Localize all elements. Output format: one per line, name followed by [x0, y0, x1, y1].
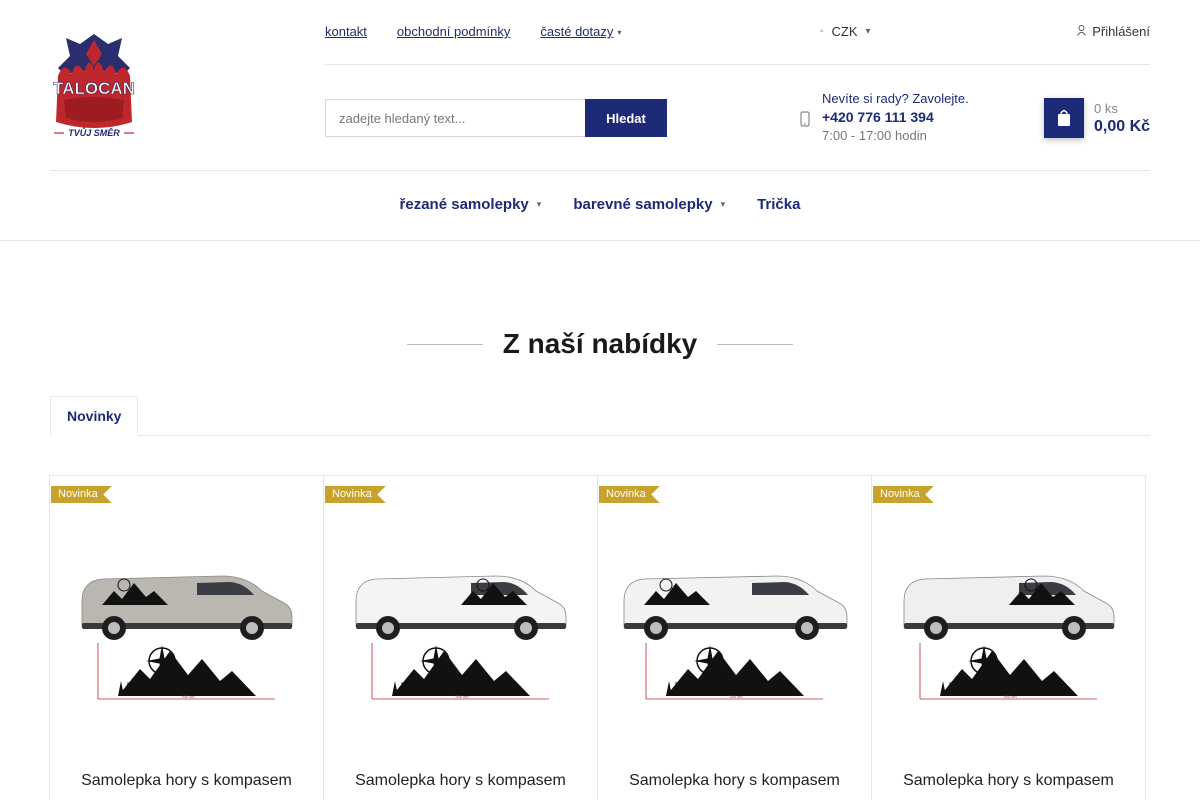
- search-input[interactable]: [325, 99, 585, 137]
- van-hubcap: [1068, 622, 1080, 634]
- site-logo[interactable]: TALOCAN TVŮJ SMĚR: [50, 30, 138, 140]
- tree-decal: [392, 681, 398, 696]
- dimension-label: 200 cm: [181, 694, 195, 699]
- tree-decal: [940, 681, 946, 696]
- user-icon: [1077, 24, 1087, 39]
- cart-total: 0,00 Kč: [1094, 117, 1151, 135]
- link-contact[interactable]: kontakt: [325, 24, 367, 39]
- nav-bottom-divider: [0, 240, 1200, 241]
- new-badge: Novinka: [51, 486, 112, 503]
- product-image[interactable]: 200 cm: [70, 531, 305, 711]
- top-links: kontakt obchodní podmínky časté dotazy ▾: [325, 24, 621, 39]
- contact-hours: 7:00 - 17:00 hodin: [822, 128, 927, 143]
- mountain-decal: [940, 651, 1078, 696]
- heading-rule: [406, 343, 483, 345]
- mountain-decal: [118, 651, 256, 696]
- product-image[interactable]: 200 cm: [618, 531, 853, 711]
- contact-block: Nevíte si rady? Zavolejte. +420 776 111 …: [800, 91, 969, 143]
- van-hubcap: [108, 622, 120, 634]
- cart-button[interactable]: [1044, 98, 1084, 138]
- logo-wordmark: TALOCAN: [53, 79, 135, 98]
- search-button[interactable]: Hledat: [585, 99, 667, 137]
- heading-rule: [717, 343, 794, 345]
- tab-new-products[interactable]: Novinky: [50, 396, 139, 436]
- currency-label: CZK: [831, 24, 858, 39]
- main-navigation: řezané samolepky ▾ barevné samolepky ▾ T…: [0, 196, 1200, 213]
- logo-emblem: TALOCAN TVŮJ SMĚR: [53, 34, 135, 138]
- login-link[interactable]: Přihlášení: [1077, 24, 1150, 39]
- nav-top-divider: [50, 170, 1150, 171]
- nav-item-cut-stickers[interactable]: řezané samolepky ▾: [400, 196, 542, 213]
- dimension-label: 200 cm: [455, 694, 469, 699]
- dimension-label: 200 cm: [1003, 694, 1017, 699]
- van-hubcap: [382, 622, 394, 634]
- product-name[interactable]: Samolepka hory s kompasem: [324, 772, 597, 790]
- section-heading: Z naší nabídky: [0, 328, 1200, 360]
- cart-widget[interactable]: 0 ks 0,00 Kč: [1044, 98, 1150, 138]
- product-image[interactable]: 200 cm: [892, 531, 1127, 711]
- tree-decal: [666, 681, 672, 696]
- product-name[interactable]: Samolepka hory s kompasem: [872, 772, 1145, 790]
- link-faq[interactable]: časté dotazy: [540, 24, 613, 39]
- product-card[interactable]: Novinka 200 cm Samolepka hory s kompasem: [597, 475, 872, 800]
- nav-item-label: Trička: [757, 196, 801, 213]
- logo-tagline: TVŮJ SMĚR: [68, 127, 120, 138]
- contact-phone[interactable]: +420 776 111 394: [822, 109, 969, 125]
- new-badge: Novinka: [325, 486, 386, 503]
- product-card[interactable]: Novinka 200 cm Samolepka hory s kompasem: [49, 475, 324, 800]
- van-hubcap: [650, 622, 662, 634]
- contact-question: Nevíte si rady? Zavolejte.: [822, 91, 969, 106]
- chevron-down-icon: ▾: [536, 199, 542, 209]
- nav-item-label: barevné samolepky: [573, 196, 713, 213]
- nav-item-color-stickers[interactable]: barevné samolepky ▾: [573, 196, 725, 213]
- cart-quantity: 0 ks: [1094, 100, 1118, 116]
- product-grid: Novinka 200 cm Samolepka hory s kompasem…: [49, 475, 1151, 800]
- product-card[interactable]: Novinka 200 cm Samolepka hory s kompasem: [323, 475, 598, 800]
- search-form: Hledat: [325, 99, 667, 137]
- login-label: Přihlášení: [1092, 24, 1150, 39]
- product-card[interactable]: Novinka 200 cm Samolepka hory s kompasem: [871, 475, 1146, 800]
- mountain-decal: [392, 651, 530, 696]
- section-title: Z naší nabídky: [502, 328, 698, 359]
- shopping-bag-icon: [1058, 110, 1070, 126]
- product-tabs: Novinky: [50, 396, 1150, 436]
- van-hubcap: [801, 622, 813, 634]
- link-terms[interactable]: obchodní podmínky: [397, 24, 510, 39]
- nav-item-label: řezané samolepky: [399, 196, 529, 213]
- mountain-decal: [666, 651, 804, 696]
- phone-icon: [800, 111, 812, 143]
- currency-icon: ◦: [820, 26, 824, 37]
- van-hubcap: [930, 622, 942, 634]
- link-faq-wrapper[interactable]: časté dotazy ▾: [540, 24, 621, 39]
- new-badge: Novinka: [873, 486, 934, 503]
- van-hubcap: [246, 622, 258, 634]
- chevron-down-icon: ▾: [865, 26, 871, 37]
- chevron-down-icon: ▾: [617, 28, 622, 38]
- product-name[interactable]: Samolepka hory s kompasem: [598, 772, 871, 790]
- tree-decal: [118, 681, 124, 696]
- van-hubcap: [520, 622, 532, 634]
- currency-selector[interactable]: ◦ CZK ▾: [820, 24, 871, 39]
- chevron-down-icon: ▾: [720, 199, 726, 209]
- header-divider: [325, 64, 1150, 65]
- product-image[interactable]: 200 cm: [344, 531, 579, 711]
- new-badge: Novinka: [599, 486, 660, 503]
- product-name[interactable]: Samolepka hory s kompasem: [50, 772, 323, 790]
- nav-item-tshirts[interactable]: Trička: [757, 196, 800, 213]
- dimension-label: 200 cm: [729, 694, 743, 699]
